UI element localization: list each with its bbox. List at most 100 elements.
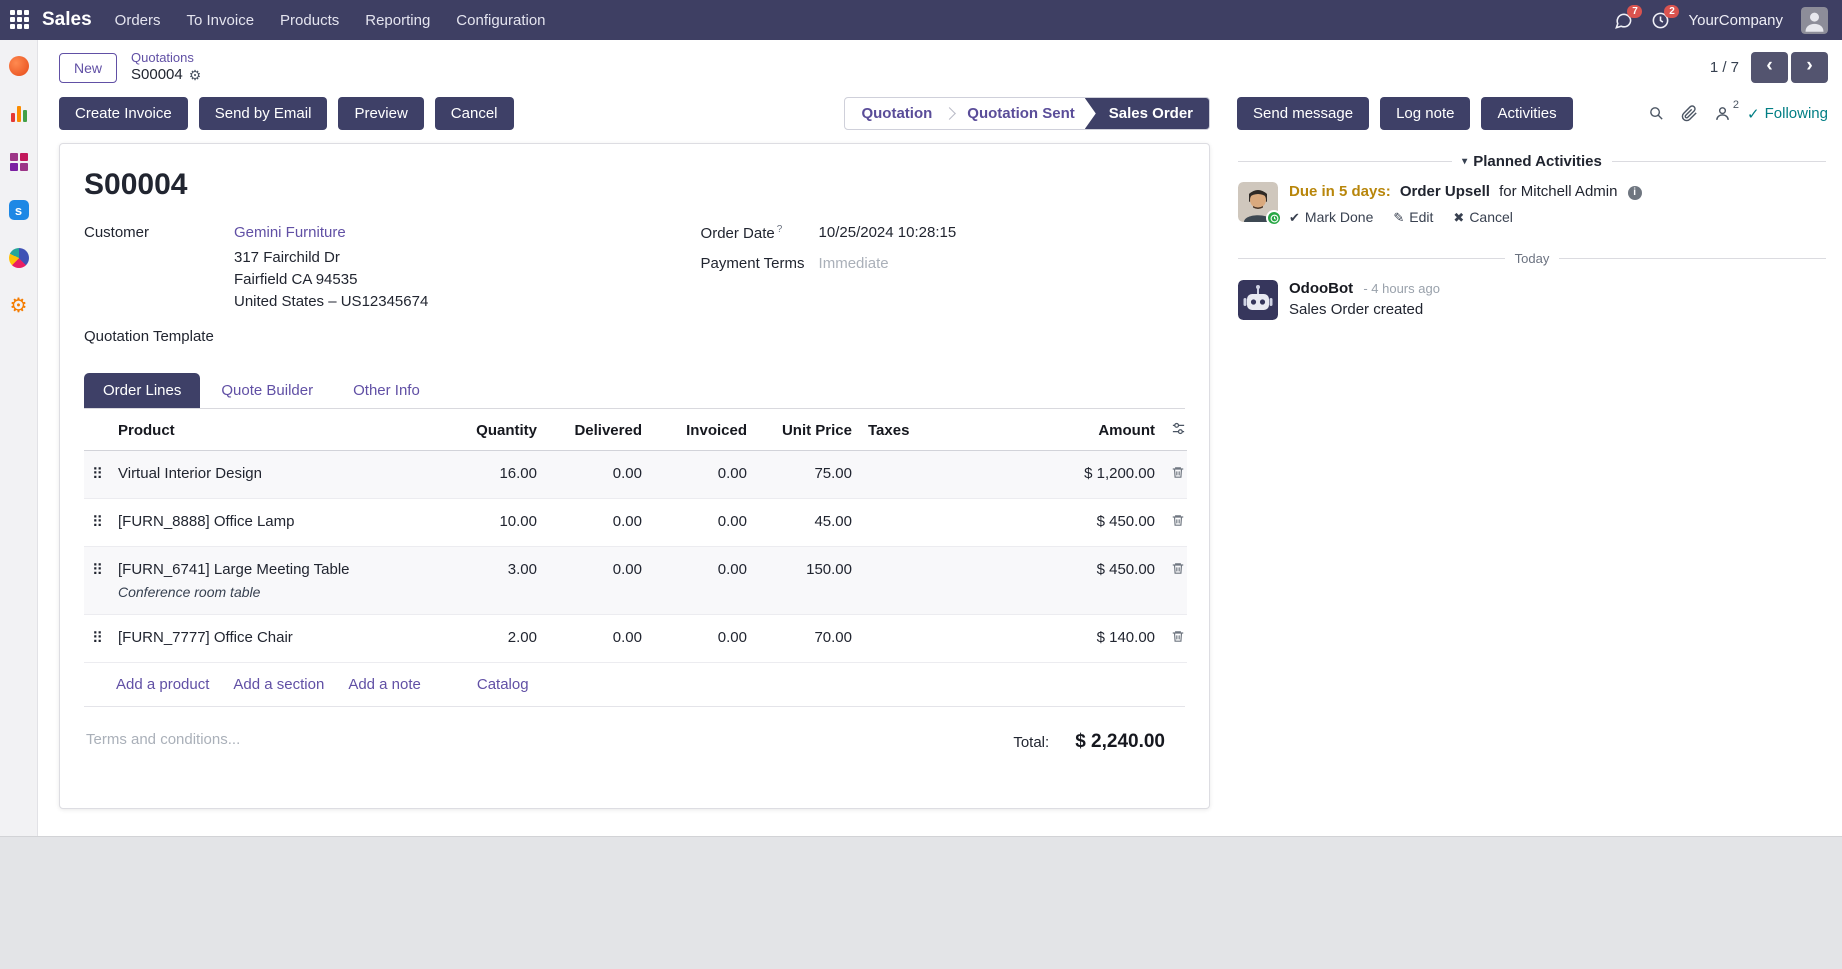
customer-label: Customer	[84, 224, 234, 312]
drag-handle-icon[interactable]: ⠿	[84, 451, 110, 499]
pager-next-button[interactable]: ›	[1791, 52, 1828, 83]
company-name[interactable]: YourCompany	[1688, 12, 1783, 29]
cell-delivered[interactable]: 0.00	[545, 499, 650, 547]
activities-button[interactable]: Activities	[1481, 97, 1572, 130]
blue-s-app-icon[interactable]: s	[7, 198, 31, 222]
cell-unit-price[interactable]: 45.00	[755, 499, 860, 547]
breadcrumb: Quotations S00004 ⚙	[131, 50, 201, 85]
menu-reporting[interactable]: Reporting	[352, 0, 443, 40]
pager-previous-button[interactable]: ‹	[1751, 52, 1788, 83]
purple-tiles-app-icon[interactable]	[7, 150, 31, 174]
cell-delivered[interactable]: 0.00	[545, 615, 650, 663]
catalog-link[interactable]: Catalog	[477, 676, 529, 693]
add-product-link[interactable]: Add a product	[116, 676, 209, 693]
col-invoiced[interactable]: Invoiced	[650, 409, 755, 451]
cell-unit-price[interactable]: 70.00	[755, 615, 860, 663]
status-step-sales-order[interactable]: Sales Order	[1085, 98, 1209, 129]
order-date-field[interactable]: 10/25/2024 10:28:15	[819, 224, 957, 242]
cancel-button[interactable]: Cancel	[435, 97, 514, 130]
add-section-link[interactable]: Add a section	[233, 676, 324, 693]
col-quantity[interactable]: Quantity	[440, 409, 545, 451]
send-message-button[interactable]: Send message	[1237, 97, 1369, 130]
search-messages-icon[interactable]	[1648, 105, 1665, 122]
cell-delivered[interactable]: 0.00	[545, 451, 650, 499]
col-taxes[interactable]: Taxes	[860, 409, 978, 451]
cell-product[interactable]: [FURN_6741] Large Meeting Table Conferen…	[110, 547, 440, 615]
tab-quote-builder[interactable]: Quote Builder	[202, 373, 332, 408]
delete-row-icon[interactable]	[1163, 451, 1187, 499]
col-unit-price[interactable]: Unit Price	[755, 409, 860, 451]
terms-and-conditions-field[interactable]: Terms and conditions...	[86, 731, 240, 748]
cell-quantity[interactable]: 16.00	[440, 451, 545, 499]
create-invoice-button[interactable]: Create Invoice	[59, 97, 188, 130]
cell-invoiced[interactable]: 0.00	[650, 499, 755, 547]
cell-taxes[interactable]	[860, 547, 978, 615]
drag-handle-icon[interactable]: ⠿	[84, 547, 110, 615]
cell-unit-price[interactable]: 150.00	[755, 547, 860, 615]
followers-icon[interactable]: 2	[1714, 105, 1731, 122]
cell-taxes[interactable]	[860, 615, 978, 663]
drag-handle-icon[interactable]: ⠿	[84, 499, 110, 547]
breadcrumb-quotations-link[interactable]: Quotations	[131, 50, 201, 66]
new-button[interactable]: New	[59, 53, 117, 83]
address-line: 317 Fairchild Dr	[234, 247, 428, 269]
cell-invoiced[interactable]: 0.00	[650, 615, 755, 663]
optional-columns-icon[interactable]	[1163, 409, 1187, 451]
customer-link[interactable]: Gemini Furniture	[234, 224, 346, 241]
customer-address: 317 Fairchild Dr Fairfield CA 94535 Unit…	[234, 247, 428, 312]
planned-activities-title[interactable]: ▾ Planned Activities	[1462, 153, 1602, 170]
messages-icon[interactable]: 7	[1614, 11, 1633, 30]
cell-quantity[interactable]: 3.00	[440, 547, 545, 615]
edit-activity-button[interactable]: ✎Edit	[1393, 208, 1433, 227]
app-name[interactable]: Sales	[42, 9, 92, 31]
cell-product[interactable]: [FURN_7777] Office Chair	[110, 615, 440, 663]
delete-row-icon[interactable]	[1163, 615, 1187, 663]
cancel-activity-button[interactable]: ✖Cancel	[1453, 208, 1513, 227]
activities-clock-icon[interactable]: 2	[1651, 11, 1670, 30]
bar-chart-app-icon[interactable]	[7, 102, 31, 126]
delete-row-icon[interactable]	[1163, 499, 1187, 547]
product-description[interactable]: Conference room table	[118, 584, 432, 600]
payment-terms-field[interactable]: Immediate	[819, 255, 889, 272]
orange-circle-app-icon[interactable]	[7, 54, 31, 78]
menu-to-invoice[interactable]: To Invoice	[174, 0, 268, 40]
cell-invoiced[interactable]: 0.00	[650, 547, 755, 615]
apps-grid-icon[interactable]	[10, 10, 30, 30]
cell-invoiced[interactable]: 0.00	[650, 451, 755, 499]
following-toggle[interactable]: ✓ Following	[1747, 105, 1828, 123]
tab-other-info[interactable]: Other Info	[334, 373, 439, 408]
cell-delivered[interactable]: 0.00	[545, 547, 650, 615]
user-avatar[interactable]	[1801, 7, 1828, 34]
drag-handle-icon[interactable]: ⠿	[84, 615, 110, 663]
preview-button[interactable]: Preview	[338, 97, 423, 130]
menu-orders[interactable]: Orders	[102, 0, 174, 40]
message-author[interactable]: OdooBot	[1289, 280, 1353, 297]
cell-product[interactable]: Virtual Interior Design	[110, 451, 440, 499]
attachments-paperclip-icon[interactable]	[1681, 105, 1698, 122]
add-note-link[interactable]: Add a note	[348, 676, 421, 693]
log-note-button[interactable]: Log note	[1380, 97, 1470, 130]
cell-product[interactable]: [FURN_8888] Office Lamp	[110, 499, 440, 547]
cell-quantity[interactable]: 2.00	[440, 615, 545, 663]
status-step-quotation[interactable]: Quotation	[845, 98, 948, 129]
cell-taxes[interactable]	[860, 499, 978, 547]
menu-products[interactable]: Products	[267, 0, 352, 40]
col-delivered[interactable]: Delivered	[545, 409, 650, 451]
settings-gear-app-icon[interactable]: ⚙	[7, 294, 31, 318]
cell-taxes[interactable]	[860, 451, 978, 499]
action-gear-icon[interactable]: ⚙	[189, 67, 202, 85]
cell-unit-price[interactable]: 75.00	[755, 451, 860, 499]
info-icon[interactable]: i	[1628, 186, 1642, 200]
address-line: Fairfield CA 94535	[234, 269, 428, 291]
tab-order-lines[interactable]: Order Lines	[84, 373, 200, 408]
delete-row-icon[interactable]	[1163, 547, 1187, 615]
mark-done-button[interactable]: ✔Mark Done	[1289, 208, 1373, 227]
send-by-email-button[interactable]: Send by Email	[199, 97, 328, 130]
pie-chart-app-icon[interactable]	[7, 246, 31, 270]
col-product[interactable]: Product	[110, 409, 440, 451]
status-step-quotation-sent[interactable]: Quotation Sent	[951, 98, 1091, 129]
odoobot-avatar	[1238, 280, 1278, 320]
col-amount[interactable]: Amount	[978, 409, 1163, 451]
cell-quantity[interactable]: 10.00	[440, 499, 545, 547]
menu-configuration[interactable]: Configuration	[443, 0, 558, 40]
